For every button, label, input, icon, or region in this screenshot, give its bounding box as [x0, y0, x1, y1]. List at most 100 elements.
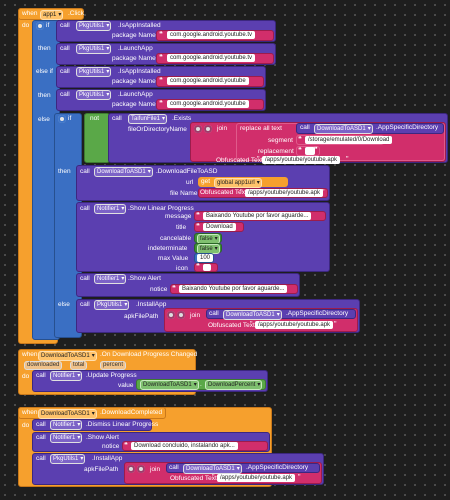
nested-if-gear-icon[interactable] [58, 115, 66, 123]
notifier-dropdown[interactable]: Notifier1 [94, 204, 127, 214]
param-downloaded[interactable]: downloaded [24, 361, 63, 370]
obfuscated-text-label: Obfuscated Text [170, 475, 217, 482]
notifier-dropdown[interactable]: Notifier1 [94, 274, 127, 284]
then-keyword-2: then [38, 92, 51, 99]
notice-label: notice [150, 286, 168, 293]
app-specific-directory-label: .AppSpecificDirectory [246, 464, 309, 471]
notifier-dropdown[interactable]: Notifier1 [50, 371, 83, 381]
show-linear-progress-label: .Show Linear Progress [128, 205, 194, 212]
storage-path-text[interactable]: /storage/emulated/0/Download [305, 136, 393, 144]
else-keyword-2: else [58, 301, 70, 308]
call-keyword: call [209, 310, 219, 317]
pkgutils-dropdown[interactable]: PkgUtils1 [76, 44, 112, 54]
call-keyword: call [36, 372, 46, 379]
do-keyword: do [22, 373, 30, 380]
update-progress-label: .Update Progress [86, 372, 137, 379]
dismiss-linear-progress-label: .Dismiss Linear Progress [86, 421, 159, 428]
downloader-event-dropdown[interactable]: DownloadToASD1 [38, 409, 97, 419]
call-keyword: call [112, 115, 122, 122]
param-total[interactable]: total [70, 361, 88, 370]
downloader-dropdown[interactable]: DownloadToASD1 [94, 167, 153, 177]
if-gear-icon[interactable] [36, 22, 44, 30]
value-label: value [118, 382, 134, 389]
app-specific-directory-label: .AppSpecificDirectory [376, 124, 439, 131]
apk-path-text[interactable]: /apps/youtube/youtube.apk [262, 156, 341, 164]
exists-label: .Exists [172, 115, 192, 122]
apk-path-text[interactable]: /apps/youtube/youtube.apk [217, 474, 296, 482]
call-keyword: call [80, 168, 90, 175]
pkgutils-dropdown[interactable]: PkgUtils1 [76, 67, 112, 77]
dot-separator: . [200, 381, 202, 388]
join-gear-icon-5[interactable] [127, 465, 135, 473]
get-keyword: get [201, 178, 211, 185]
join-gear-icon-6[interactable] [137, 465, 145, 473]
download-title-text[interactable]: Download [203, 223, 236, 231]
downloader-event-dropdown[interactable]: DownloadToASD1 [38, 351, 97, 361]
not-keyword: not [90, 115, 100, 122]
call-keyword: call [60, 68, 70, 75]
package-name-label: package Name [112, 55, 156, 62]
join-keyword: join [190, 312, 201, 319]
obfuscated-text-label: Obfuscated Text [208, 322, 255, 329]
taifun-file-dropdown[interactable]: TaifunFile1 [128, 114, 168, 124]
do-keyword: do [22, 22, 30, 29]
when-keyword: when [22, 409, 38, 416]
pkgutils-dropdown[interactable]: PkgUtils1 [76, 21, 112, 31]
package-name-label: package Name [112, 101, 156, 108]
download-completed-label: .DownloadCompleted [100, 409, 163, 416]
param-percent[interactable]: percent [100, 361, 127, 370]
package-tv-text[interactable]: com.google.android.youtube.tv [167, 54, 256, 62]
apk-file-path-label: apkFilePath [84, 466, 119, 473]
package-yt-text[interactable]: com.google.android.youtube [167, 100, 249, 108]
call-keyword: call [60, 91, 70, 98]
downloader-dropdown[interactable]: DownloadToASD1 [183, 464, 242, 474]
apk-path-text[interactable]: /apps/youtube/youtube.apk [255, 321, 334, 329]
notifier-dropdown[interactable]: Notifier1 [50, 420, 83, 430]
join-gear-icon-3[interactable] [167, 311, 175, 319]
pkgutils-dropdown[interactable]: PkgUtils1 [50, 454, 86, 464]
install-app-label: .InstallApp [136, 301, 167, 308]
download-percent-dropdown[interactable]: DownloadPercent [205, 380, 263, 390]
replacement-label: replacement [258, 148, 294, 155]
join-gear-icon[interactable] [194, 125, 202, 133]
download-file-label: .DownloadFileToASD [156, 168, 218, 175]
app-specific-directory-label: .AppSpecificDirectory [286, 310, 349, 317]
url-label: url [186, 179, 194, 186]
join-keyword: join [150, 466, 161, 473]
pkgutils-dropdown[interactable]: PkgUtils1 [94, 300, 130, 310]
do-keyword: do [22, 422, 30, 429]
call-keyword: call [60, 45, 70, 52]
join-gear-icon-2[interactable] [204, 125, 212, 133]
notifier-dropdown[interactable]: Notifier1 [50, 433, 83, 443]
apk-path-text[interactable]: /apps/youtube/youtube.apk [245, 189, 324, 197]
join-keyword: join [217, 125, 228, 132]
click-event-label: .Click [68, 10, 84, 17]
downloader-dropdown[interactable]: DownloadToASD1 [223, 310, 282, 320]
show-alert-label: .Show Alert [128, 275, 161, 282]
is-app-installed-label: .IsAppInstalled [118, 22, 161, 29]
call-keyword: call [36, 455, 46, 462]
apk-file-path-label: apkFilePath [124, 313, 159, 320]
max-value-number[interactable]: 100 [197, 254, 214, 262]
max-value-label: max Value [158, 255, 189, 262]
downloader-dropdown[interactable]: DownloadToASD1 [314, 124, 373, 134]
completed-message-text[interactable]: Download concluido, instalando apk... [131, 442, 238, 450]
if-keyword: if [68, 115, 72, 122]
join-gear-icon-4[interactable] [177, 311, 185, 319]
downloader-getter-dropdown[interactable]: DownloadToASD1 [140, 380, 199, 390]
global-url-dropdown[interactable]: global app1url [214, 178, 262, 188]
package-yt-text[interactable]: com.google.android.youtube [167, 77, 249, 85]
download-message-text[interactable]: Baixando Youtube por favor aguarde... [203, 212, 312, 220]
then-keyword-1: then [38, 45, 51, 52]
show-alert-label: .Show Alert [86, 434, 119, 441]
icon-empty-text[interactable] [203, 264, 211, 271]
call-keyword: call [36, 421, 46, 428]
package-tv-text[interactable]: com.google.android.youtube.tv [167, 31, 256, 39]
notice-label: notice [102, 443, 120, 450]
pkgutils-dropdown[interactable]: PkgUtils1 [76, 90, 112, 100]
app1-component-dropdown[interactable]: app1 [40, 10, 64, 20]
then-keyword-3: then [58, 168, 71, 175]
is-app-installed-label: .IsAppInstalled [118, 68, 161, 75]
replace-all-label: replace all text [240, 125, 282, 132]
alert-message-text[interactable]: Baixando Youtube por favor aguarde... [179, 285, 288, 293]
